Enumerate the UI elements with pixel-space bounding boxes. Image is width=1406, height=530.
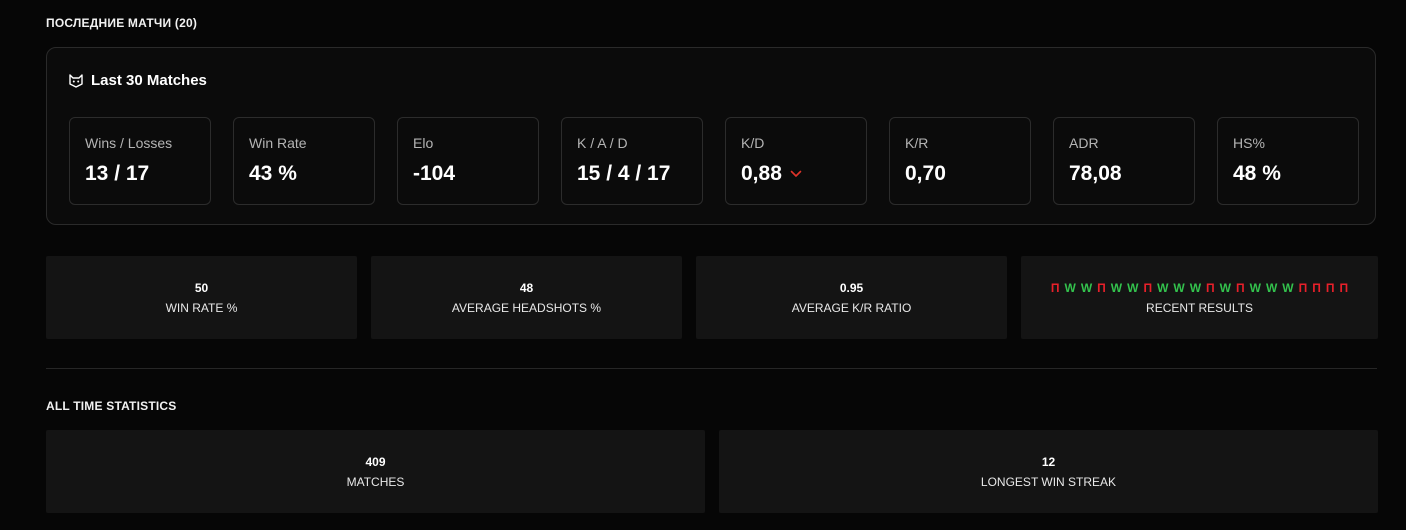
stat-value: -104 (413, 162, 456, 185)
summary-tile-kr-ratio: 0.95 AVERAGE K/R RATIO (696, 256, 1007, 339)
last-30-header: Last 30 Matches (69, 72, 207, 89)
chevron-down-icon (790, 170, 802, 177)
stat-name: HS% (1233, 135, 1265, 151)
summary-caption: AVERAGE K/R RATIO (791, 300, 912, 315)
stat-card-wins-losses: Wins / Losses 13 / 17 (69, 117, 211, 205)
summary-caption: LONGEST WIN STREAK (980, 474, 1117, 489)
summary-caption: RECENT RESULTS (1146, 300, 1253, 315)
summary-tile-recent-results: ПWWПWWПWWWПWПWWWПППП RECENT RESULTS (1021, 256, 1378, 339)
result-loss: П (1325, 280, 1335, 295)
stat-name: Elo (413, 135, 434, 151)
summary-value: 12 (1041, 454, 1056, 469)
stat-value: 43 % (249, 162, 297, 185)
summary-caption: AVERAGE HEADSHOTS % (451, 300, 602, 315)
summary-value: 50 (194, 280, 209, 295)
result-loss: П (1312, 280, 1321, 295)
result-loss: П (1143, 280, 1153, 295)
all-time-heading: ALL TIME STATISTICS (46, 399, 177, 413)
stat-card-hs: HS% 48 % (1217, 117, 1359, 205)
section-divider (46, 368, 1377, 369)
result-win: W (1173, 280, 1185, 295)
result-loss: П (1298, 280, 1308, 295)
stat-name: K/D (741, 135, 765, 151)
result-win: W (1282, 280, 1294, 295)
summary-caption: MATCHES (346, 474, 405, 489)
summary-value: 48 (519, 280, 534, 295)
result-loss: П (1339, 280, 1349, 295)
summary-value: 0.95 (839, 280, 864, 295)
stat-name: ADR (1069, 135, 1099, 151)
last-30-matches-panel: Last 30 Matches Wins / Losses 13 / 17 Wi… (46, 47, 1376, 225)
stat-card-kad: K / A / D 15 / 4 / 17 (561, 117, 703, 205)
stat-value: 48 % (1233, 162, 1281, 185)
all-time-tile-win-streak: 12 LONGEST WIN STREAK (719, 430, 1378, 513)
result-win: W (1080, 280, 1093, 295)
result-win: W (1127, 280, 1139, 295)
stat-name: Win Rate (249, 135, 307, 151)
result-win: W (1265, 280, 1278, 295)
stat-card-kr: K/R 0,70 (889, 117, 1031, 205)
stat-name: K / A / D (577, 135, 628, 151)
cat-head-icon (69, 73, 83, 88)
result-win: W (1249, 280, 1261, 295)
stat-card-elo: Elo -104 (397, 117, 539, 205)
stat-name: K/R (905, 135, 929, 151)
stat-cards: Wins / Losses 13 / 17 Win Rate 43 % Elo … (69, 117, 1359, 205)
result-loss: П (1206, 280, 1215, 295)
stat-value: 0,88 (741, 162, 782, 185)
stat-value: 78,08 (1069, 162, 1122, 185)
recent-results-strip: ПWWПWWПWWWПWПWWWПППП (1051, 281, 1348, 295)
result-win: W (1157, 280, 1169, 295)
stat-card-win-rate: Win Rate 43 % (233, 117, 375, 205)
result-win: W (1219, 280, 1231, 295)
stat-value: 15 / 4 / 17 (577, 162, 671, 185)
summary-caption: WIN RATE % (165, 300, 238, 315)
stat-card-kd: K/D 0,88 (725, 117, 867, 205)
result-loss: П (1050, 280, 1060, 295)
result-win: W (1189, 280, 1202, 295)
summary-row: 50 WIN RATE % 48 AVERAGE HEADSHOTS % 0.9… (46, 256, 1378, 339)
result-win: W (1110, 280, 1123, 295)
all-time-tile-matches: 409 MATCHES (46, 430, 705, 513)
result-loss: П (1236, 280, 1245, 295)
result-win: W (1064, 280, 1076, 295)
summary-tile-headshots: 48 AVERAGE HEADSHOTS % (371, 256, 682, 339)
stat-card-adr: ADR 78,08 (1053, 117, 1195, 205)
recent-matches-heading: ПОСЛЕДНИЕ МАТЧИ (20) (46, 16, 198, 30)
stat-name: Wins / Losses (85, 135, 173, 151)
summary-value: 409 (365, 454, 386, 469)
summary-tile-win-rate: 50 WIN RATE % (46, 256, 357, 339)
stat-value: 13 / 17 (85, 162, 150, 185)
player-stats-page: ПОСЛЕДНИЕ МАТЧИ (20) Last 30 Matches Win… (0, 0, 1406, 530)
last-30-title: Last 30 Matches (91, 72, 207, 89)
stat-value: 0,70 (905, 162, 946, 185)
all-time-row: 409 MATCHES 12 LONGEST WIN STREAK (46, 430, 1378, 513)
result-loss: П (1097, 280, 1106, 295)
